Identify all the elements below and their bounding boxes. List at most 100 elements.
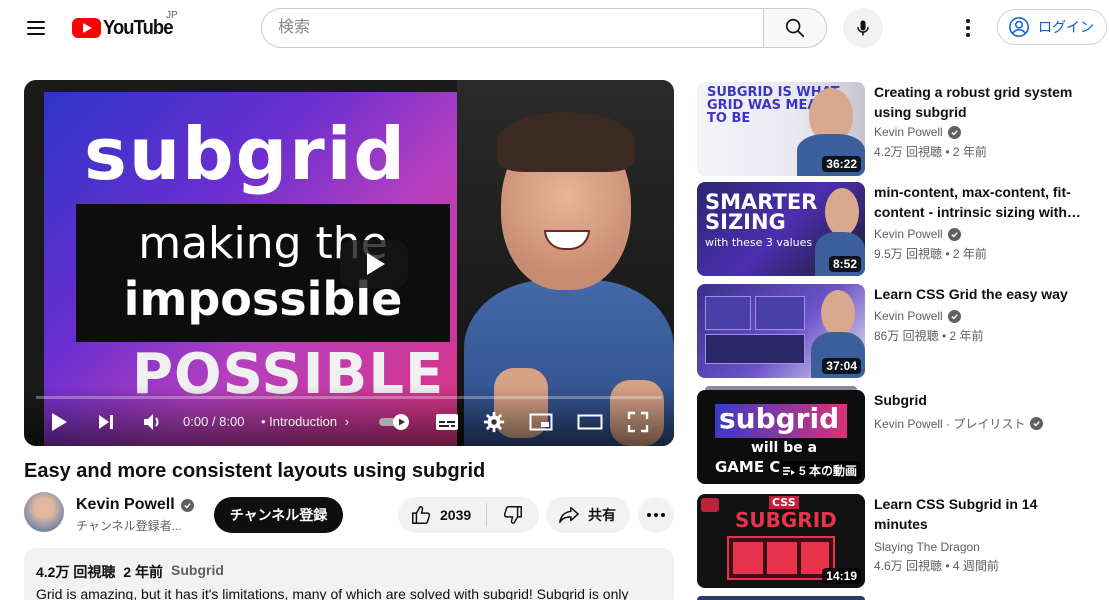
recommendation-item[interactable]: CSS SUBGRID 14:19 Learn CSS Subgrid in 1… xyxy=(697,494,1107,588)
description-meta: 4.2万 回視聴 2 年前 Subgrid xyxy=(36,562,662,582)
share-icon xyxy=(559,506,579,524)
hashtag[interactable]: Subgrid xyxy=(171,562,224,582)
miniplayer-button[interactable] xyxy=(528,410,554,434)
verified-icon xyxy=(1030,417,1044,430)
video-duration: 37:04 xyxy=(822,358,861,374)
video-duration: 8:52 xyxy=(828,256,861,272)
channel-name: Kevin Powell xyxy=(874,125,943,139)
volume-button[interactable] xyxy=(140,410,166,434)
view-count: 4.2万 回視聴 xyxy=(36,564,116,580)
channel-name-link[interactable]: Kevin Powell xyxy=(76,496,194,514)
search-bar xyxy=(261,8,827,48)
settings-more-icon[interactable] xyxy=(956,12,980,44)
description-box[interactable]: 4.2万 回視聴 2 年前 Subgrid Grid is amazing, b… xyxy=(24,548,674,600)
large-play-button[interactable] xyxy=(340,240,408,288)
dislike-button[interactable] xyxy=(487,497,539,533)
playlist-channel: Kevin Powell · プレイリスト xyxy=(874,415,1044,432)
recommendation-thumbnail-partial[interactable] xyxy=(697,596,865,600)
recommendation-item[interactable]: SMARTER SIZING with these 3 values 8:52 … xyxy=(697,182,1107,276)
thumb-text-line: with these 3 values xyxy=(705,236,813,249)
thumbnail-title: subgrid xyxy=(84,112,407,196)
subscribe-button[interactable]: チャンネル登録 xyxy=(214,497,343,533)
masthead: YouTube JP ログイン xyxy=(0,0,1109,56)
video-player[interactable]: subgrid making the impossible POSSIBLE 0… xyxy=(24,80,674,446)
autoplay-toggle-icon xyxy=(379,414,409,430)
subtitles-button[interactable] xyxy=(434,410,460,434)
share-button[interactable]: 共有 xyxy=(546,497,630,533)
recommendation-title: Creating a robust grid system using subg… xyxy=(874,84,1073,120)
recommendation-item[interactable]: SUBGRID IS WHAT GRID WAS MEANT TO BE 36:… xyxy=(697,82,1107,176)
thumb-text-line: SUBGRID xyxy=(735,508,837,532)
playlist-thumbnail: subgrid will be a GAME C 5 本の動画 xyxy=(697,390,865,484)
search-button[interactable] xyxy=(763,8,827,48)
subscriber-count: チャンネル登録者... xyxy=(76,519,182,533)
like-count: 2039 xyxy=(440,507,472,523)
recommendation-channel: Kevin Powell xyxy=(874,125,961,139)
like-button[interactable]: 2039 xyxy=(398,497,486,533)
video-duration: 14:19 xyxy=(822,568,861,584)
video-title: Easy and more consistent layouts using s… xyxy=(24,460,486,482)
recommendation-meta: 4.2万 回視聴 • 2 年前 xyxy=(874,145,987,159)
playlist-count: 5 本の動画 xyxy=(798,464,857,478)
recommendation-item[interactable]: 37:04 Learn CSS Grid the easy way Kevin … xyxy=(697,284,1107,378)
recommendation-title: Learn CSS Grid the easy way xyxy=(874,286,1068,302)
recommendation-thumbnail: SMARTER SIZING with these 3 values 8:52 xyxy=(697,182,865,276)
channel-name: Kevin Powell · プレイリスト xyxy=(874,417,1026,431)
playlist-icon xyxy=(782,466,795,475)
playlist-item[interactable]: subgrid will be a GAME C 5 本の動画 Subgrid … xyxy=(697,386,1107,484)
thumb-text-line: GAME C xyxy=(715,458,781,476)
next-icon xyxy=(99,415,113,429)
menu-icon[interactable] xyxy=(20,12,52,44)
search-input[interactable] xyxy=(261,8,763,48)
playlist-title: Subgrid xyxy=(874,392,927,408)
share-label: 共有 xyxy=(588,507,616,523)
description-text: Grid is amazing, but it has it's limitat… xyxy=(36,586,629,600)
login-button[interactable]: ログイン xyxy=(997,9,1107,45)
progress-bar[interactable] xyxy=(36,396,662,399)
fullscreen-button[interactable] xyxy=(626,410,650,434)
gear-icon xyxy=(483,411,505,433)
autoplay-toggle[interactable] xyxy=(378,410,412,434)
thumb-text-line: SIZING xyxy=(705,210,786,234)
fullscreen-icon xyxy=(627,411,649,433)
time-display: 0:00 / 8:00 xyxy=(183,414,245,429)
recommendation-channel: Slaying The Dragon xyxy=(874,540,980,554)
youtube-logo[interactable]: YouTube JP xyxy=(72,10,179,40)
thumbs-up-icon xyxy=(412,506,431,524)
search-icon xyxy=(785,18,805,38)
thumbs-down-icon xyxy=(503,506,522,524)
theater-mode-button[interactable] xyxy=(576,410,604,434)
play-button[interactable] xyxy=(48,410,70,434)
recommendation-meta: 4.6万 回視聴 • 4 週間前 xyxy=(874,559,999,573)
recommendation-title: Learn CSS Subgrid in 14 minutes xyxy=(874,496,1038,532)
channel-avatar[interactable] xyxy=(24,492,64,532)
like-dislike-group: 2039 xyxy=(398,497,539,533)
more-actions-button[interactable] xyxy=(638,497,674,533)
recommendation-thumbnail: 37:04 xyxy=(697,284,865,378)
upload-age: 2 年前 xyxy=(123,564,164,580)
volume-icon xyxy=(144,414,159,430)
chapter-button[interactable]: • Introduction › xyxy=(261,414,349,429)
verified-icon xyxy=(947,125,961,139)
theater-icon xyxy=(577,414,603,430)
channel-name: Kevin Powell xyxy=(874,227,943,241)
verified-icon xyxy=(947,309,961,323)
country-code: JP xyxy=(166,10,178,21)
video-duration: 36:22 xyxy=(822,156,861,172)
thumb-text-line: subgrid xyxy=(719,402,840,435)
presenter-hair xyxy=(497,112,635,172)
chapter-label: • Introduction xyxy=(261,414,338,429)
youtube-play-icon xyxy=(72,18,101,38)
recommendation-thumbnail: SUBGRID IS WHAT GRID WAS MEANT TO BE 36:… xyxy=(697,82,865,176)
logo-text: YouTube xyxy=(103,16,173,39)
settings-button[interactable] xyxy=(482,410,506,434)
microphone-icon xyxy=(857,20,869,36)
next-button[interactable] xyxy=(94,410,118,434)
verified-icon xyxy=(947,227,961,241)
channel-name: Kevin Powell xyxy=(76,496,175,513)
recommendation-meta: 86万 回視聴 • 2 年前 xyxy=(874,329,984,343)
recommendation-thumbnail: CSS SUBGRID 14:19 xyxy=(697,494,865,588)
recommendation-title: min-content, max-content, fit-content - … xyxy=(874,184,1081,220)
account-icon xyxy=(1009,17,1029,37)
voice-search-button[interactable] xyxy=(843,8,883,48)
